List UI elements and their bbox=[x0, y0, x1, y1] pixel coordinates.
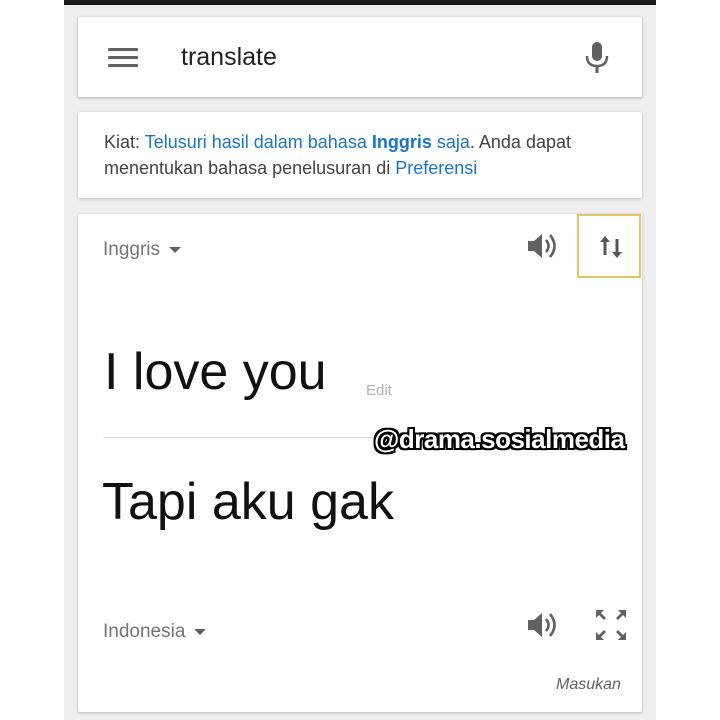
search-input[interactable] bbox=[181, 37, 561, 77]
translation-card: Inggris I love you Edit Tapi aku gak Ind… bbox=[78, 214, 642, 712]
microphone-icon[interactable] bbox=[584, 41, 610, 75]
english-only-link-suffix: saja bbox=[431, 132, 470, 152]
english-only-link[interactable]: Telusuri hasil dalam bahasa Inggris saja bbox=[145, 132, 470, 152]
source-text[interactable]: I love you bbox=[104, 342, 327, 402]
source-speaker-icon[interactable] bbox=[526, 231, 562, 261]
translated-text: Tapi aku gak bbox=[102, 473, 394, 531]
preferences-link[interactable]: Preferensi bbox=[395, 158, 477, 178]
edit-link[interactable]: Edit bbox=[366, 382, 392, 399]
tip-prefix: Kiat: bbox=[104, 132, 145, 152]
dropdown-caret-icon bbox=[194, 628, 207, 635]
hamburger-menu-icon[interactable] bbox=[108, 48, 138, 68]
watermark-text: @drama.sosialmedia bbox=[374, 424, 625, 454]
search-tip-card: Kiat: Telusuri hasil dalam bahasa Inggri… bbox=[78, 112, 642, 198]
tip-text: Kiat: Telusuri hasil dalam bahasa Inggri… bbox=[104, 129, 624, 181]
search-bar bbox=[78, 17, 642, 97]
target-speaker-icon[interactable] bbox=[526, 610, 562, 640]
dropdown-caret-icon bbox=[169, 246, 182, 253]
target-language-label: Indonesia bbox=[103, 621, 186, 642]
fullscreen-expand-icon[interactable] bbox=[594, 608, 628, 642]
swap-languages-button[interactable] bbox=[577, 214, 641, 278]
english-only-link-bold: Inggris bbox=[371, 132, 432, 152]
source-language-label: Inggris bbox=[103, 239, 161, 260]
english-only-link-text: Telusuri hasil dalam bahasa bbox=[144, 132, 372, 152]
source-language-selector[interactable]: Inggris bbox=[103, 239, 182, 261]
feedback-link[interactable]: Masukan bbox=[556, 676, 621, 694]
target-language-selector[interactable]: Indonesia bbox=[103, 621, 207, 643]
swap-languages-icon bbox=[600, 236, 622, 258]
